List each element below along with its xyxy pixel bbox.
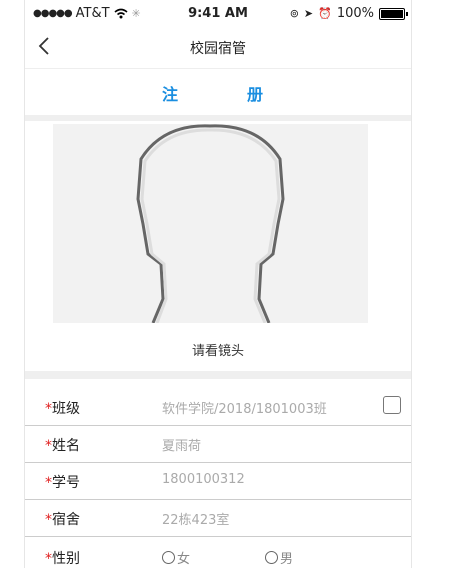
alarm-icon: ⏰ [318, 7, 332, 20]
lock-rotation-icon: ⊚ [289, 7, 299, 20]
page-title: 校园宿管 [190, 41, 246, 57]
register-title-char-1: 注 [162, 85, 179, 104]
phone-screen: ●●●●● AT&T ✳ 9:41 AM ⊚ ➤ ⏰ 100% 校园宿管 注 册 [24, 0, 412, 568]
head-silhouette-icon [136, 124, 285, 323]
required-mark: * [45, 401, 52, 417]
class-field[interactable]: 软件学院/2018/1801003班 [162, 398, 327, 417]
gender-male-radio[interactable]: 男 [265, 548, 293, 567]
status-bar: ●●●●● AT&T ✳ 9:41 AM ⊚ ➤ ⏰ 100% [25, 0, 411, 28]
gender-male-label: 男 [280, 552, 294, 567]
gender-female-radio[interactable]: 女 [162, 548, 190, 567]
class-row[interactable]: *班级 软件学院/2018/1801003班 [25, 388, 411, 426]
register-header: 注 册 [25, 69, 411, 121]
gender-female-label: 女 [177, 552, 191, 567]
student-id-field[interactable]: 1800100312 [162, 472, 245, 487]
name-label: 姓名 [52, 438, 80, 454]
required-mark: * [45, 551, 52, 567]
gender-label: 性别 [52, 551, 80, 567]
battery-icon [379, 7, 408, 20]
dorm-row[interactable]: *宿舍 22栋423室 [25, 499, 411, 537]
dorm-label: 宿舍 [52, 512, 80, 528]
location-icon: ➤ [303, 7, 314, 20]
required-mark: * [45, 475, 52, 491]
nav-bar: 校园宿管 [25, 28, 411, 69]
name-row[interactable]: *姓名 夏雨荷 [25, 425, 411, 463]
id-card-icon[interactable] [383, 396, 401, 414]
radio-circle-icon [265, 551, 278, 564]
camera-hint: 请看镜头 [191, 344, 244, 359]
radio-circle-icon [162, 551, 175, 564]
name-field[interactable]: 夏雨荷 [162, 435, 201, 454]
required-mark: * [45, 438, 52, 454]
student-id-label: 学号 [52, 475, 80, 491]
battery-percent: 100% [336, 6, 374, 21]
camera-preview[interactable] [53, 124, 368, 323]
required-mark: * [45, 512, 52, 528]
dorm-field[interactable]: 22栋423室 [162, 509, 229, 528]
gender-row: *性别 女 男 [25, 538, 411, 575]
student-id-row[interactable]: *学号 1800100312 [25, 462, 411, 500]
class-label: 班级 [52, 401, 80, 417]
register-title-char-2: 册 [247, 85, 264, 104]
section-divider [25, 371, 411, 379]
